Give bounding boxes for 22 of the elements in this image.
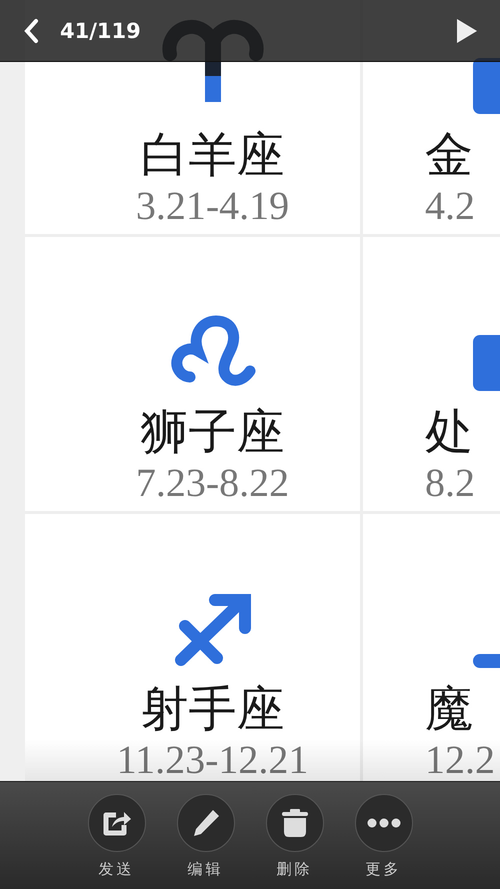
toolbar-label: 编辑 xyxy=(188,860,224,879)
zodiac-name: 狮子座 xyxy=(140,405,284,461)
zodiac-name: 射手座 xyxy=(140,682,284,738)
share-icon xyxy=(102,809,132,837)
image-counter: 41/119 xyxy=(60,18,141,42)
more-icon xyxy=(366,818,400,828)
date-range: 8.2 xyxy=(425,461,475,505)
date-range: 7.23-8.22 xyxy=(136,461,290,505)
toolbar-label: 发送 xyxy=(98,860,134,879)
date-range: 12.2 xyxy=(425,738,495,782)
date-range: 11.23-12.21 xyxy=(116,738,308,782)
zodiac-name: 魔 xyxy=(425,682,473,738)
play-icon xyxy=(455,16,479,44)
zodiac-name: 处 xyxy=(425,405,473,461)
toolbar-label: 更多 xyxy=(366,860,402,879)
date-range: 3.21-4.19 xyxy=(136,184,290,228)
trash-icon xyxy=(280,808,308,838)
zodiac-name: 白羊座 xyxy=(140,128,284,184)
chevron-left-icon xyxy=(23,18,39,44)
toolbar-label: 删除 xyxy=(276,860,312,879)
zodiac-name: 金 xyxy=(425,128,473,184)
date-range: 4.2 xyxy=(425,184,475,228)
